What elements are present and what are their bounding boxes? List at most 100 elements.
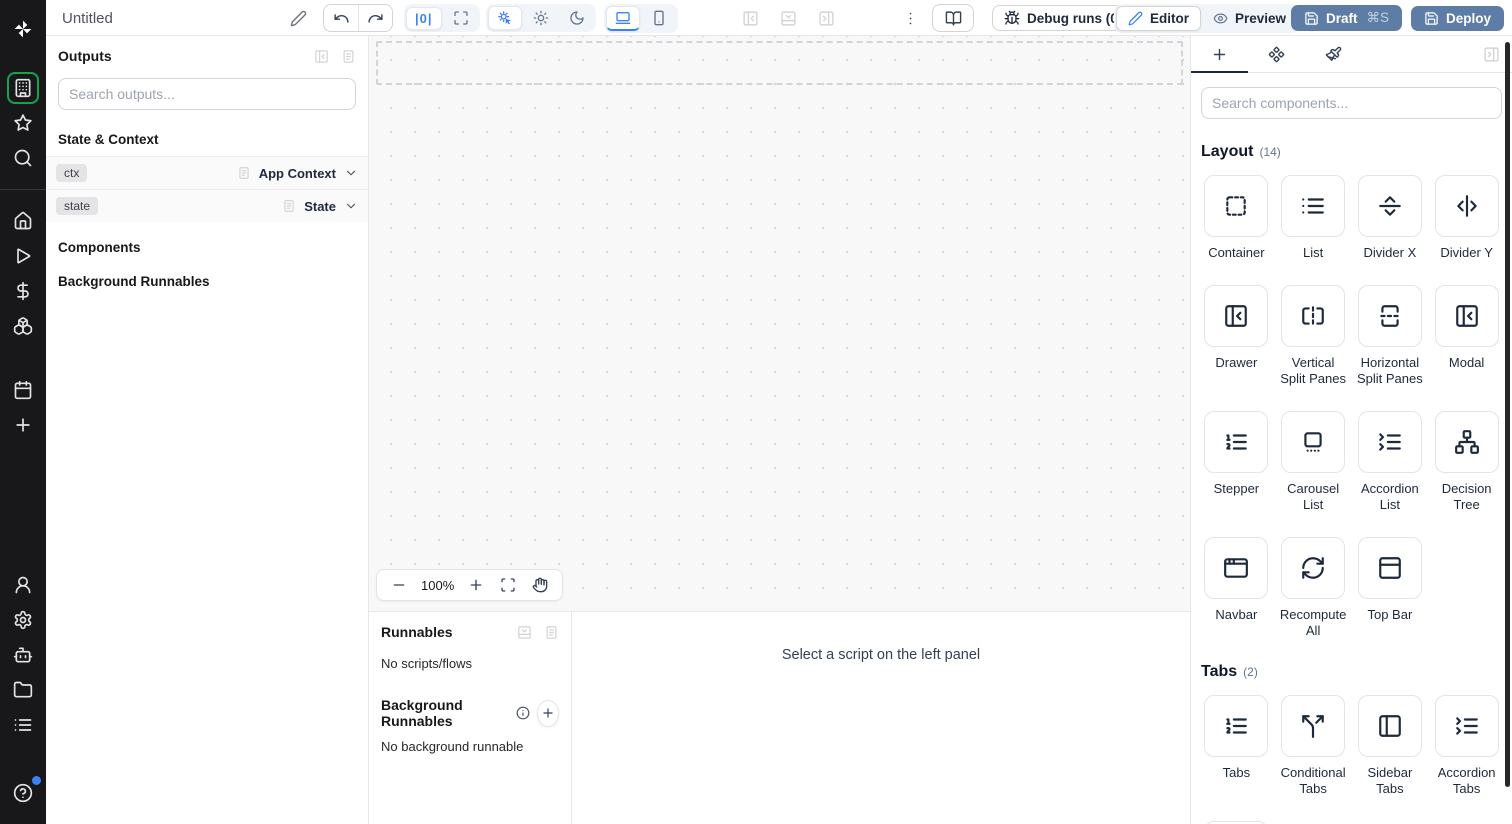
main-column: Untitled |0| Debug runs (0) Editor Previ… [46, 0, 1512, 824]
panel-right-close-icon [1483, 46, 1500, 63]
component-card-modal[interactable] [1434, 285, 1499, 347]
recompute-icon [1300, 555, 1326, 581]
component-card-divider-x[interactable] [1357, 175, 1422, 237]
undo-button[interactable] [324, 5, 358, 31]
sidebar-item-workers[interactable] [7, 639, 39, 671]
component-card-horizontal-split-panes[interactable] [1357, 285, 1422, 347]
ctx-output-row[interactable]: ctx App Context [46, 156, 368, 189]
collapse-outputs-button[interactable] [314, 49, 329, 64]
outputs-doc-button[interactable] [341, 49, 356, 64]
info-icon[interactable] [516, 706, 530, 720]
component-card-container[interactable] [1204, 175, 1269, 237]
sidebar-item-logs[interactable] [7, 709, 39, 741]
components-scrollbar[interactable] [1505, 42, 1510, 787]
component-card-accordion-list[interactable] [1357, 411, 1422, 473]
tab-theme[interactable] [1305, 36, 1362, 73]
redo-icon [367, 10, 384, 27]
docs-button[interactable] [933, 5, 973, 31]
search-components-input[interactable] [1201, 87, 1502, 119]
component-card-drawer[interactable] [1204, 285, 1269, 347]
topbar: Untitled |0| Debug runs (0) Editor Previ… [46, 0, 1512, 36]
zoom-in-button[interactable] [462, 574, 490, 596]
add-background-runnable-button[interactable] [536, 699, 559, 727]
state-type-label: State [304, 198, 336, 214]
component-card-recompute-all[interactable] [1281, 537, 1346, 599]
theme-light-button[interactable] [524, 6, 558, 30]
sidebar-item-schedules[interactable] [7, 374, 39, 406]
chevron-down-icon[interactable] [344, 199, 358, 213]
search-outputs-input[interactable] [58, 78, 356, 110]
edit-title-button[interactable] [286, 6, 311, 31]
bottom-panel: Runnables No scripts/flows Background Ru… [369, 612, 1190, 824]
sidebar-item-help[interactable] [7, 776, 41, 809]
sidebar-item-search[interactable] [7, 142, 39, 174]
desktop-view-button[interactable] [606, 5, 640, 31]
deploy-label: Deploy [1445, 10, 1491, 26]
component-card-sidebar-tabs[interactable] [1357, 695, 1422, 757]
component-item-stepper: Stepper [1203, 411, 1270, 513]
redo-button[interactable] [358, 5, 392, 31]
component-card-navbar[interactable] [1204, 537, 1269, 599]
state-output-row[interactable]: state State [46, 189, 368, 222]
tab-component-settings[interactable] [1248, 36, 1305, 73]
debug-runs-button[interactable]: Debug runs (0) [992, 5, 1135, 31]
zoom-reset-button[interactable]: |0| [406, 6, 442, 30]
save-draft-button[interactable]: Draft ⌘S [1290, 5, 1402, 31]
component-card-vertical-split-panes[interactable] [1281, 285, 1346, 347]
building-icon [13, 78, 33, 98]
component-card-stepper[interactable] [1204, 411, 1269, 473]
component-card-divider-y[interactable] [1434, 175, 1499, 237]
more-menu-button[interactable] [898, 6, 923, 31]
preview-mode-button[interactable]: Preview [1201, 6, 1298, 31]
sidebar-item-variables[interactable] [7, 275, 39, 307]
dollar-icon [13, 281, 33, 301]
search-icon [13, 148, 33, 168]
component-card-tabs[interactable] [1204, 695, 1269, 757]
component-card-accordion-tabs[interactable] [1434, 695, 1499, 757]
toggle-left-panel-button[interactable] [738, 6, 763, 31]
runnables-panel: Runnables No scripts/flows Background Ru… [369, 612, 572, 824]
component-card-top-bar[interactable] [1357, 537, 1422, 599]
help-icon [13, 783, 33, 803]
component-icon [1268, 46, 1285, 63]
chevron-down-icon[interactable] [344, 166, 358, 180]
component-label: Divider Y [1440, 245, 1493, 260]
section-title-layout: Layout (14) [1201, 143, 1502, 161]
component-card-conditional-tabs[interactable] [1281, 695, 1346, 757]
component-item-decision-tree: Decision Tree [1433, 411, 1500, 513]
theme-dark-button[interactable] [560, 6, 594, 30]
component-card-list[interactable] [1281, 175, 1346, 237]
sidebar-item-runs[interactable] [7, 240, 39, 272]
tab-insert-component[interactable] [1191, 36, 1248, 73]
sidebar-item-app-editor[interactable] [7, 72, 39, 104]
sidebar-item-user[interactable] [7, 569, 39, 601]
pan-tool-button[interactable] [526, 574, 554, 596]
component-card-carousel-list[interactable] [1281, 411, 1346, 473]
sidebar-item-resources[interactable] [7, 310, 39, 342]
windmill-logo[interactable] [7, 13, 39, 45]
section-count: (2) [1243, 665, 1258, 679]
collapse-runnables-button[interactable] [517, 625, 532, 640]
sidebar-item-favorites[interactable] [7, 107, 39, 139]
panel-bottom-close-icon [517, 625, 532, 640]
fullscreen-button[interactable] [494, 574, 522, 596]
zoom-out-button[interactable] [385, 574, 413, 596]
toggle-right-panel-button[interactable] [814, 6, 839, 31]
component-card-decision-tree[interactable] [1434, 411, 1499, 473]
header-drop-zone[interactable] [376, 41, 1183, 85]
toggle-bottom-panel-button[interactable] [776, 6, 801, 31]
editor-mode-button[interactable]: Editor [1116, 5, 1201, 31]
fit-view-button[interactable] [444, 6, 478, 30]
sidebar-item-create[interactable] [7, 409, 39, 441]
theme-auto-button[interactable] [488, 6, 522, 30]
sidebar-item-home[interactable] [7, 205, 39, 237]
component-label: Drawer [1215, 355, 1258, 370]
runnables-doc-button[interactable] [544, 625, 559, 640]
sidebar-item-settings[interactable] [7, 604, 39, 636]
collapse-components-panel-button[interactable] [1483, 46, 1500, 63]
app-canvas[interactable]: 100% [369, 36, 1190, 612]
sidebar-item-folders[interactable] [7, 674, 39, 706]
deploy-button[interactable]: Deploy [1410, 5, 1504, 31]
bug-icon [1004, 10, 1020, 26]
mobile-view-button[interactable] [642, 6, 676, 30]
